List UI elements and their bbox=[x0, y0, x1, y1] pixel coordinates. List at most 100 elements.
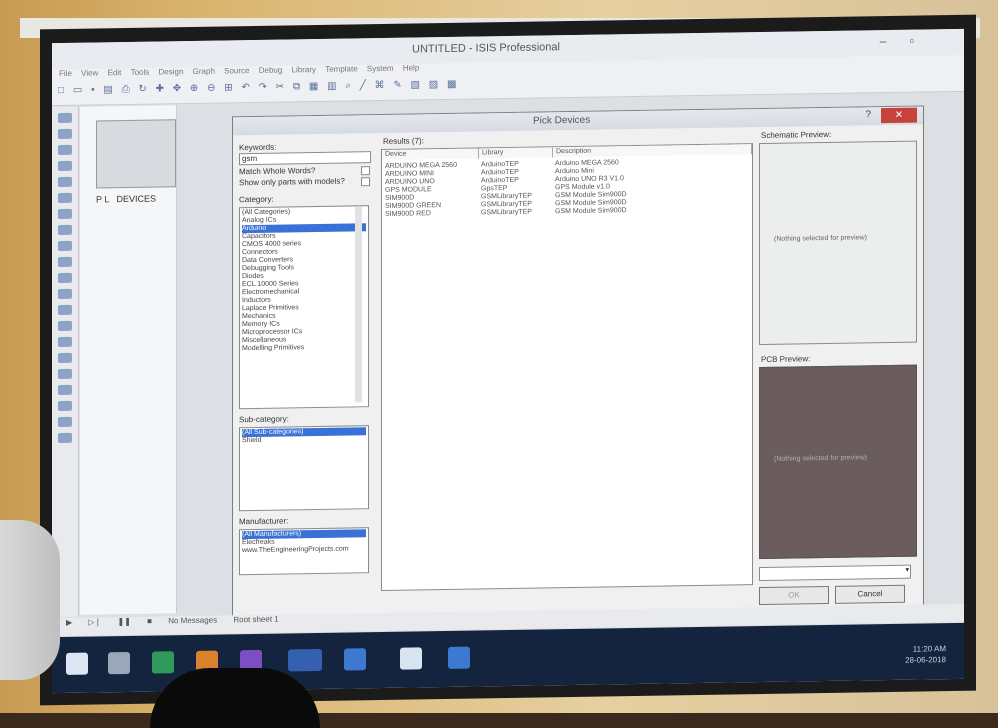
menu-source[interactable]: Source bbox=[224, 66, 249, 75]
bill-icon[interactable]: ▨ bbox=[429, 79, 438, 90]
package-select[interactable]: ▾ bbox=[759, 564, 911, 582]
match-whole-words-label: Match Whole Words? bbox=[239, 166, 316, 177]
circle-tool-icon[interactable] bbox=[58, 368, 72, 380]
cut-icon[interactable]: ✂ bbox=[276, 82, 284, 93]
zoom-all-icon[interactable]: ⊞ bbox=[224, 82, 232, 93]
line-tool-icon[interactable] bbox=[58, 336, 72, 348]
app-taskbar-icon[interactable] bbox=[448, 646, 470, 669]
ok-button[interactable]: OK bbox=[759, 585, 829, 606]
settings-taskbar-icon[interactable] bbox=[400, 647, 422, 670]
dialog-title: Pick Devices bbox=[533, 114, 591, 127]
show-only-parts-checkbox[interactable] bbox=[361, 177, 370, 187]
pick-library-buttons[interactable]: P L bbox=[96, 194, 109, 204]
menu-tools[interactable]: Tools bbox=[131, 68, 150, 77]
category-item[interactable]: Modelling Primitives bbox=[242, 343, 366, 353]
results-label: Results (7): bbox=[383, 136, 424, 146]
import-icon[interactable]: ▤ bbox=[103, 84, 112, 95]
menu-help[interactable]: Help bbox=[403, 63, 419, 72]
redo-icon[interactable]: ↷ bbox=[259, 82, 267, 93]
close-button[interactable]: ✕ bbox=[881, 107, 917, 124]
origin-icon[interactable]: ✚ bbox=[156, 83, 164, 94]
zoom-area-icon[interactable]: ⌕ bbox=[345, 80, 351, 91]
pick-device-icon[interactable]: ▥ bbox=[327, 81, 336, 92]
block-icon[interactable]: ▦ bbox=[309, 81, 318, 92]
copy-icon[interactable]: ⧉ bbox=[293, 81, 300, 92]
text-tool-icon[interactable] bbox=[58, 176, 72, 188]
result-description[interactable]: GSM Module Sim900D bbox=[555, 207, 627, 216]
probe-tool-icon[interactable] bbox=[58, 304, 72, 316]
window-controls[interactable]: – ▫ bbox=[880, 33, 924, 48]
help-button[interactable]: ? bbox=[865, 109, 871, 120]
save-icon[interactable]: ▪ bbox=[91, 84, 95, 95]
instrument-tool-icon[interactable] bbox=[58, 320, 72, 332]
undo-icon[interactable]: ↶ bbox=[241, 82, 249, 93]
menu-design[interactable]: Design bbox=[159, 67, 184, 76]
cancel-button[interactable]: Cancel bbox=[835, 584, 905, 604]
new-icon[interactable]: □ bbox=[58, 85, 64, 96]
ares-icon[interactable]: ▩ bbox=[447, 79, 456, 90]
overview-window[interactable] bbox=[96, 119, 176, 189]
keywords-label: Keywords: bbox=[239, 142, 277, 153]
subcircuit-tool-icon[interactable] bbox=[58, 208, 72, 220]
open-icon[interactable]: ▭ bbox=[73, 85, 82, 96]
print-icon[interactable]: ⎙ bbox=[122, 84, 130, 95]
bus-tool-icon[interactable] bbox=[58, 192, 72, 204]
netlist-icon[interactable]: ▧ bbox=[411, 79, 420, 90]
box-tool-icon[interactable] bbox=[58, 352, 72, 364]
generator-tool-icon[interactable] bbox=[58, 288, 72, 300]
manufacturer-list[interactable]: (All Manufacturers) Elecfreaks www.TheEn… bbox=[239, 527, 369, 576]
results-table[interactable]: Device Library Description ARDUINO MEGA … bbox=[381, 143, 753, 591]
chevron-down-icon[interactable]: ▾ bbox=[905, 566, 909, 574]
marker-tool-icon[interactable] bbox=[58, 432, 72, 444]
column-device[interactable]: Device bbox=[382, 148, 479, 160]
pause-button[interactable]: ❚❚ bbox=[117, 617, 130, 626]
system-tray-clock[interactable]: 11:20 AM 28-06-2018 bbox=[905, 643, 946, 666]
keywords-input[interactable]: gsm bbox=[239, 151, 371, 166]
subcategory-list[interactable]: (All Sub-categories) Shield bbox=[239, 425, 369, 512]
result-library[interactable]: GSMLibraryTEP bbox=[481, 209, 532, 218]
annotate-icon[interactable]: ✎ bbox=[393, 80, 401, 91]
pan-icon[interactable]: ✥ bbox=[173, 83, 181, 94]
graph-tool-icon[interactable] bbox=[58, 256, 72, 268]
menu-graph[interactable]: Graph bbox=[193, 67, 215, 76]
match-whole-words-checkbox[interactable] bbox=[361, 166, 370, 176]
stop-button[interactable]: ■ bbox=[147, 617, 152, 626]
isis-taskbar-icon[interactable] bbox=[288, 648, 322, 672]
category-scrollbar[interactable] bbox=[355, 206, 362, 403]
play-button[interactable]: ▶ bbox=[66, 618, 72, 627]
column-library[interactable]: Library bbox=[479, 147, 553, 159]
refresh-icon[interactable]: ↻ bbox=[138, 84, 146, 95]
category-list[interactable]: (All Categories) Analog ICs Arduino Capa… bbox=[239, 205, 369, 410]
menu-template[interactable]: Template bbox=[325, 64, 357, 74]
ares-taskbar-icon[interactable] bbox=[344, 648, 366, 671]
column-description[interactable]: Description bbox=[553, 144, 752, 158]
zoom-out-icon[interactable]: ⊖ bbox=[207, 83, 215, 94]
symbol-tool-icon[interactable] bbox=[58, 416, 72, 428]
menu-library[interactable]: Library bbox=[292, 65, 316, 74]
tag-icon[interactable]: ⌘ bbox=[375, 80, 385, 91]
result-device[interactable]: SIM900D RED bbox=[385, 210, 431, 219]
label-tool-icon[interactable] bbox=[58, 160, 72, 172]
path-tool-icon[interactable] bbox=[58, 400, 72, 412]
subcategory-item[interactable]: Shield bbox=[242, 435, 366, 445]
pcb-preview-pane: (Nothing selected for preview) bbox=[759, 364, 917, 560]
menu-edit[interactable]: Edit bbox=[108, 68, 122, 77]
store-icon[interactable] bbox=[152, 651, 174, 674]
component-tool-icon[interactable] bbox=[58, 128, 72, 140]
step-button[interactable]: ▷❘ bbox=[88, 617, 101, 626]
menu-system[interactable]: System bbox=[367, 64, 394, 73]
manufacturer-item[interactable]: www.TheEngineeringProjects.com bbox=[242, 545, 366, 555]
pin-tool-icon[interactable] bbox=[58, 240, 72, 252]
tape-tool-icon[interactable] bbox=[58, 272, 72, 284]
windows-start-icon[interactable] bbox=[66, 652, 88, 675]
menu-file[interactable]: File bbox=[59, 69, 72, 78]
arc-tool-icon[interactable] bbox=[58, 384, 72, 396]
wire-icon[interactable]: ╱ bbox=[360, 80, 366, 91]
menu-view[interactable]: View bbox=[81, 68, 98, 77]
file-explorer-icon[interactable] bbox=[108, 651, 130, 675]
terminal-tool-icon[interactable] bbox=[58, 224, 72, 236]
menu-debug[interactable]: Debug bbox=[259, 66, 283, 75]
junction-tool-icon[interactable] bbox=[58, 144, 72, 156]
zoom-in-icon[interactable]: ⊕ bbox=[190, 83, 198, 94]
select-tool-icon[interactable] bbox=[58, 112, 72, 124]
